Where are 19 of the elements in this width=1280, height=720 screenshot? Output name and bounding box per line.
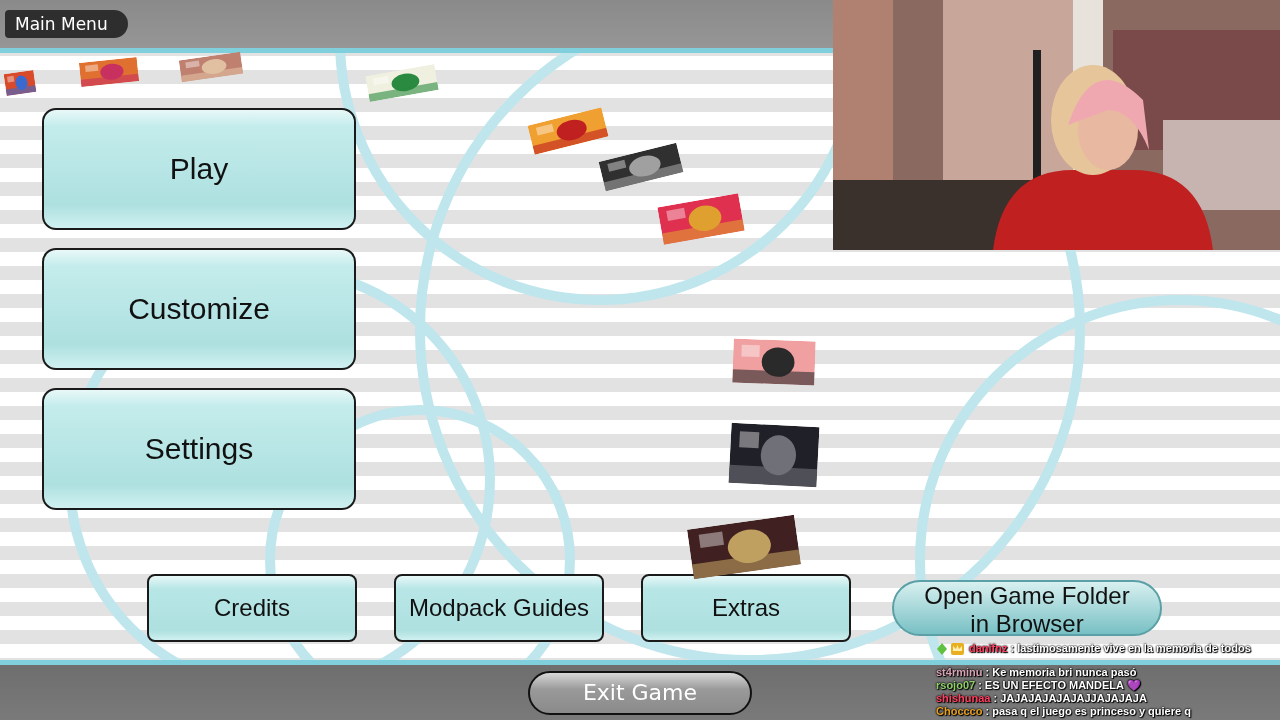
menu-button[interactable]: Credits xyxy=(147,574,357,642)
menu-button[interactable]: Extras xyxy=(641,574,851,642)
chat-message: : Ke memoria bri nunca pasó xyxy=(985,666,1137,679)
chat-username: danifnz xyxy=(969,642,1008,655)
chat-username: rsojo07 xyxy=(936,679,976,692)
chat-message: : lastimosamente vive en la memoria de todos xyxy=(1010,642,1253,655)
chat-username: shishunaa xyxy=(936,692,991,705)
menu-button[interactable]: Settings xyxy=(42,388,356,510)
chat-username: st4rminu xyxy=(936,666,983,679)
chat-username: Choccco xyxy=(936,705,983,718)
menu-button[interactable]: Customize xyxy=(42,248,356,370)
chat-message: : pasa q el juego es princeso y quiere q xyxy=(985,705,1192,718)
menu-button[interactable]: Open Game Folder in Browser xyxy=(892,580,1162,636)
screen-title: Main Menu xyxy=(5,10,128,38)
chat-message: : JAJAJAJAJAJAJJAJAJAJA xyxy=(993,692,1148,705)
menu-button[interactable]: Play xyxy=(42,108,356,230)
menu-button[interactable]: Modpack Guides xyxy=(394,574,604,642)
badge-icons xyxy=(936,642,966,656)
chat-message: : ES UN EFECTO MANDELA 💜 xyxy=(978,679,1142,692)
